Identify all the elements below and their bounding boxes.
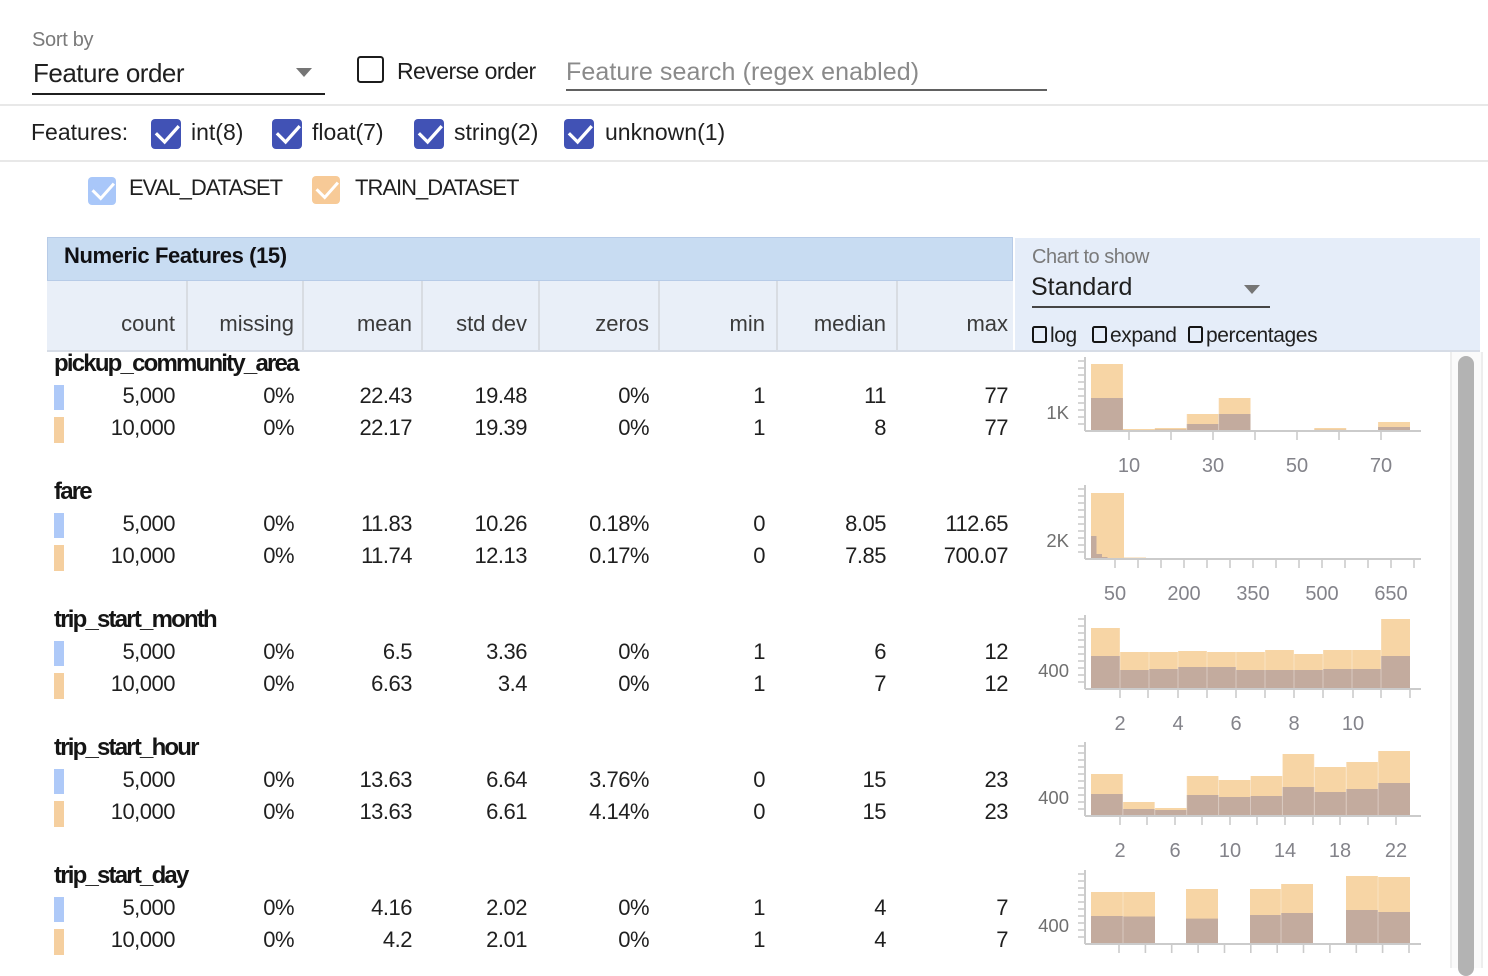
svg-text:8: 8	[1288, 713, 1299, 735]
svg-text:1K: 1K	[1046, 402, 1069, 423]
svg-text:50: 50	[1104, 583, 1126, 605]
svg-text:50: 50	[1286, 455, 1308, 477]
svg-text:6: 6	[1230, 713, 1241, 735]
svg-text:22: 22	[1385, 840, 1407, 862]
svg-text:30: 30	[1202, 455, 1224, 477]
svg-text:200: 200	[1167, 583, 1200, 605]
svg-text:10: 10	[1342, 713, 1364, 735]
svg-text:400: 400	[1038, 787, 1069, 808]
svg-text:500: 500	[1305, 583, 1338, 605]
svg-text:18: 18	[1329, 840, 1351, 862]
svg-text:10: 10	[1118, 455, 1140, 477]
svg-text:350: 350	[1236, 583, 1269, 605]
svg-text:2: 2	[1114, 713, 1125, 735]
svg-text:70: 70	[1370, 455, 1392, 477]
svg-text:14: 14	[1274, 840, 1296, 862]
svg-text:400: 400	[1038, 660, 1069, 681]
svg-text:10: 10	[1219, 840, 1241, 862]
svg-text:4: 4	[1172, 713, 1183, 735]
svg-text:6: 6	[1169, 840, 1180, 862]
svg-text:650: 650	[1374, 583, 1407, 605]
svg-text:2K: 2K	[1046, 530, 1069, 551]
svg-text:400: 400	[1038, 915, 1069, 936]
svg-text:2: 2	[1114, 840, 1125, 862]
